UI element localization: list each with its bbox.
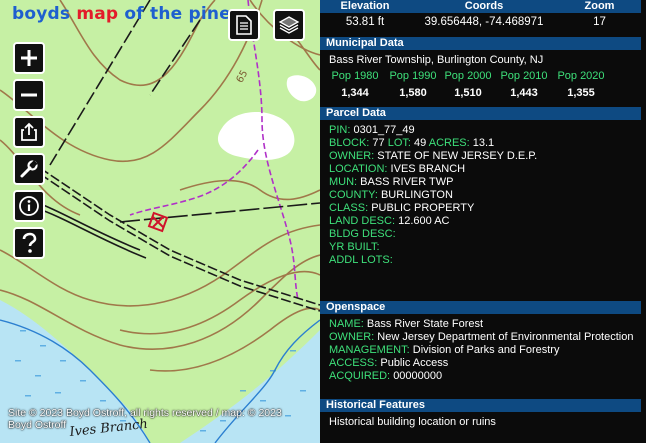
parcel-bldg-desc: BLDG DESC: — [329, 228, 396, 240]
pop-value: 1,443 — [510, 87, 538, 99]
population-labels: Pop 1980 Pop 1990 Pop 2000 Pop 2010 Pop … — [320, 70, 641, 83]
historical-text: Historical building location or ruins — [329, 416, 496, 428]
wrench-icon — [20, 160, 38, 178]
pop-label: Pop 2000 — [444, 70, 492, 82]
layers-button[interactable] — [273, 9, 305, 41]
elevation-header: Elevation — [340, 0, 390, 12]
pop-value: 1,355 — [567, 87, 595, 99]
coords-value: 39.656448, -74.468971 — [424, 16, 544, 28]
map-view[interactable]: 65 Ives Branch boyds map of the pines Si… — [0, 0, 320, 443]
share-button[interactable] — [13, 116, 45, 148]
location-header: Elevation Coords Zoom — [320, 0, 641, 13]
minus-icon — [21, 93, 37, 97]
openspace-management: MANAGEMENT: Division of Parks and Forest… — [329, 344, 560, 356]
map-credit: Site © 2023 Boyd Ostroff, all rights res… — [8, 407, 282, 431]
parcel-land-desc: LAND DESC: 12.600 AC — [329, 215, 450, 227]
share-icon — [21, 122, 37, 141]
topo-map: 65 Ives Branch — [0, 0, 320, 443]
info-panel: Elevation Coords Zoom 53.81 ft 39.656448… — [320, 0, 646, 443]
openspace-acquired: ACQUIRED: 00000000 — [329, 370, 443, 382]
pop-value: 1,510 — [454, 87, 482, 99]
openspace-access: ACCESS: Public Access — [329, 357, 449, 369]
pop-label: Pop 2010 — [500, 70, 548, 82]
plus-icon — [21, 50, 37, 66]
pop-value: 1,344 — [341, 87, 369, 99]
question-icon — [22, 232, 37, 253]
openspace-header: Openspace — [320, 301, 641, 314]
parcel-mun: MUN: BASS RIVER TWP — [329, 176, 454, 188]
openspace-name: NAME: Bass River State Forest — [329, 318, 484, 330]
parcel-block-lot: BLOCK: 77 LOT: 49 ACRES: 13.1 — [329, 137, 495, 149]
municipality-name: Bass River Township, Burlington County, … — [329, 54, 544, 66]
parcel-county: COUNTY: BURLINGTON — [329, 189, 453, 201]
parcel-yr-built: YR BUILT: — [329, 241, 380, 253]
openspace-owner: OWNER: New Jersey Department of Environm… — [329, 331, 634, 343]
parcel-owner: OWNER: STATE OF NEW JERSEY D.E.P. — [329, 150, 538, 162]
contour-label: 65 — [235, 68, 251, 85]
zoom-value: 17 — [593, 16, 606, 28]
layers-icon — [278, 16, 300, 34]
help-button[interactable] — [13, 227, 45, 259]
pop-label: Pop 2020 — [557, 70, 605, 82]
info-icon — [19, 196, 39, 216]
panel-scrollbar[interactable] — [641, 0, 646, 443]
parcel-addl-lots: ADDL LOTS: — [329, 254, 393, 266]
historical-header: Historical Features — [320, 399, 641, 412]
tools-button[interactable] — [13, 153, 45, 185]
parcel-location: LOCATION: IVES BRANCH — [329, 163, 466, 175]
site-logo[interactable]: boyds map of the pines — [12, 4, 241, 24]
parcel-pin: PIN: 0301_77_49 — [329, 124, 415, 136]
municipal-header: Municipal Data — [320, 37, 641, 50]
parcel-header: Parcel Data — [320, 107, 641, 120]
location-values: 53.81 ft 39.656448, -74.468971 17 — [320, 16, 641, 30]
zoom-out-button[interactable] — [13, 79, 45, 111]
zoom-in-button[interactable] — [13, 42, 45, 74]
historical-marker-icon — [147, 211, 169, 233]
coords-header: Coords — [464, 0, 504, 12]
info-button[interactable] — [13, 190, 45, 222]
zoom-header: Zoom — [584, 0, 615, 12]
population-values: 1,344 1,580 1,510 1,443 1,355 — [320, 87, 641, 100]
parcel-class: CLASS: PUBLIC PROPERTY — [329, 202, 475, 214]
contour-lines — [0, 0, 320, 372]
elevation-value: 53.81 ft — [345, 16, 385, 28]
document-button[interactable] — [228, 9, 260, 41]
pop-label: Pop 1980 — [331, 70, 379, 82]
document-icon — [236, 15, 252, 35]
